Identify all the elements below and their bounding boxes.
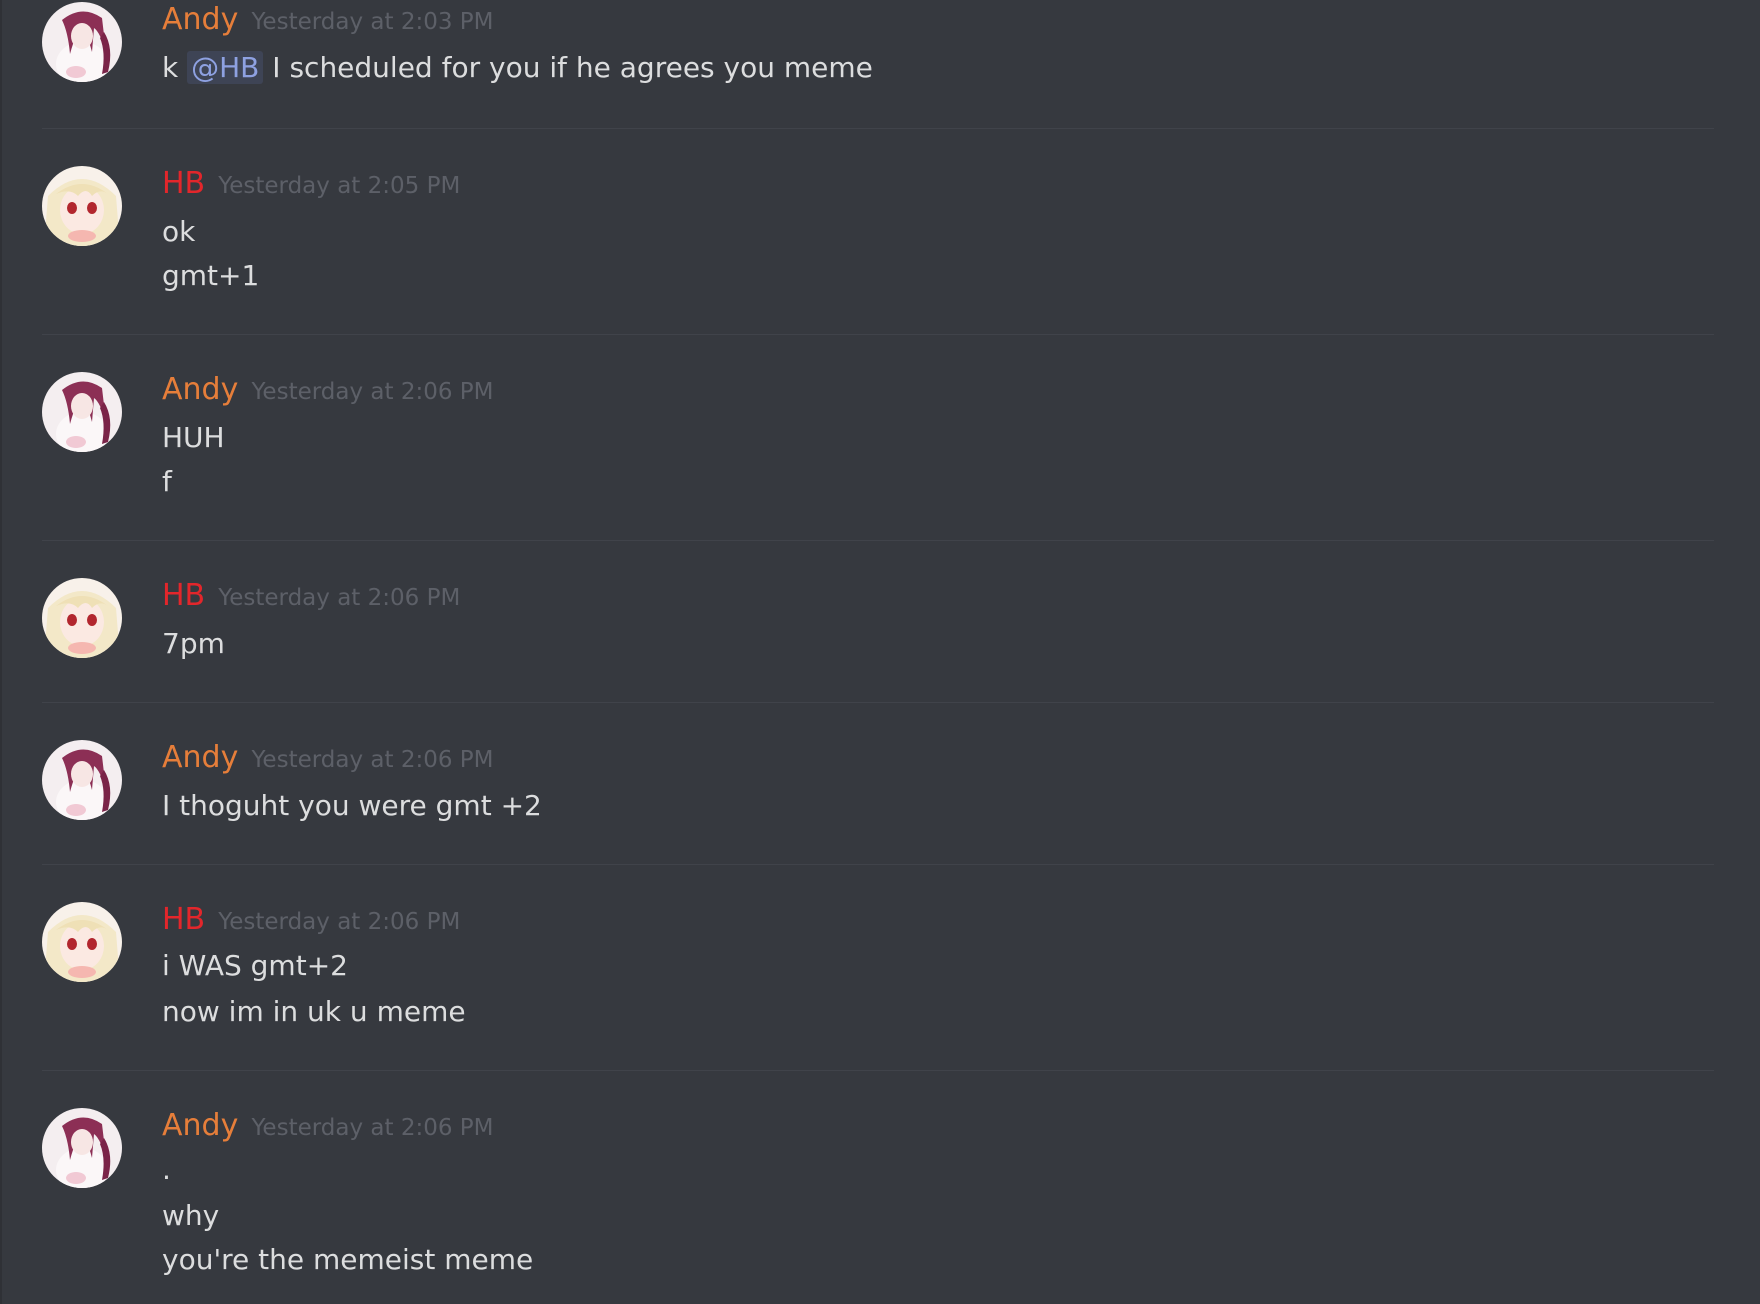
message-header: HB Yesterday at 2:05 PM	[162, 164, 460, 204]
message-text: i WAS gmt+2	[162, 949, 348, 982]
message-text: gmt+1	[162, 259, 260, 292]
user-avatar-andy[interactable]	[42, 2, 122, 82]
avatar-andy-image	[42, 372, 122, 452]
avatar-hb-image	[42, 578, 122, 658]
message-timestamp[interactable]: Yesterday at 2:06 PM	[251, 1108, 493, 1148]
message-timestamp[interactable]: Yesterday at 2:06 PM	[251, 372, 493, 412]
username-andy[interactable]: Andy	[162, 1106, 238, 1146]
message-content: k @HB I scheduled for you if he agrees y…	[162, 50, 873, 86]
message-text: HUH	[162, 421, 225, 454]
message-text: f	[162, 465, 172, 498]
message-timestamp[interactable]: Yesterday at 2:03 PM	[251, 2, 493, 42]
message-header: Andy Yesterday at 2:03 PM	[162, 0, 494, 40]
message-text: .	[162, 1153, 171, 1186]
message-divider	[42, 334, 1714, 335]
message-text: now im in uk u meme	[162, 995, 466, 1028]
avatar-andy-image	[42, 1108, 122, 1188]
message-divider	[42, 128, 1714, 129]
user-avatar-andy[interactable]	[42, 372, 122, 452]
chat-messages-pane: Andy Yesterday at 2:03 PM k @HB I schedu…	[0, 0, 1760, 1304]
message-text: ok	[162, 215, 196, 248]
message-text: I thoguht you were gmt +2	[162, 789, 542, 822]
message-text: 7pm	[162, 627, 225, 660]
username-hb[interactable]: HB	[162, 164, 205, 204]
user-avatar-andy[interactable]	[42, 1108, 122, 1188]
message-divider	[42, 1070, 1714, 1071]
channel-edge-divider	[0, 0, 2, 1304]
username-andy[interactable]: Andy	[162, 370, 238, 410]
user-avatar-andy[interactable]	[42, 740, 122, 820]
message-header: Andy Yesterday at 2:06 PM	[162, 738, 494, 778]
avatar-hb-image	[42, 902, 122, 982]
message-text: I scheduled for you if he agrees you mem…	[272, 51, 873, 84]
username-andy[interactable]: Andy	[162, 0, 238, 40]
message-header: Andy Yesterday at 2:06 PM	[162, 370, 494, 410]
user-avatar-hb[interactable]	[42, 166, 122, 246]
message-header: Andy Yesterday at 2:06 PM	[162, 1106, 494, 1146]
username-hb[interactable]: HB	[162, 900, 205, 940]
message-divider	[42, 864, 1714, 865]
message-timestamp[interactable]: Yesterday at 2:06 PM	[218, 578, 460, 618]
message-header: HB Yesterday at 2:06 PM	[162, 900, 460, 940]
message-divider	[42, 702, 1714, 703]
user-avatar-hb[interactable]	[42, 578, 122, 658]
message-header: HB Yesterday at 2:06 PM	[162, 576, 460, 616]
user-mention[interactable]: @HB	[187, 51, 264, 84]
user-avatar-hb[interactable]	[42, 902, 122, 982]
message-timestamp[interactable]: Yesterday at 2:05 PM	[218, 166, 460, 206]
username-andy[interactable]: Andy	[162, 738, 238, 778]
message-timestamp[interactable]: Yesterday at 2:06 PM	[251, 740, 493, 780]
message-timestamp[interactable]: Yesterday at 2:06 PM	[218, 902, 460, 942]
avatar-andy-image	[42, 2, 122, 82]
message-text: you're the memeist meme	[162, 1243, 534, 1276]
message-text: why	[162, 1199, 220, 1232]
avatar-andy-image	[42, 740, 122, 820]
avatar-hb-image	[42, 166, 122, 246]
username-hb[interactable]: HB	[162, 576, 205, 616]
message-divider	[42, 540, 1714, 541]
message-text: k	[162, 51, 179, 84]
